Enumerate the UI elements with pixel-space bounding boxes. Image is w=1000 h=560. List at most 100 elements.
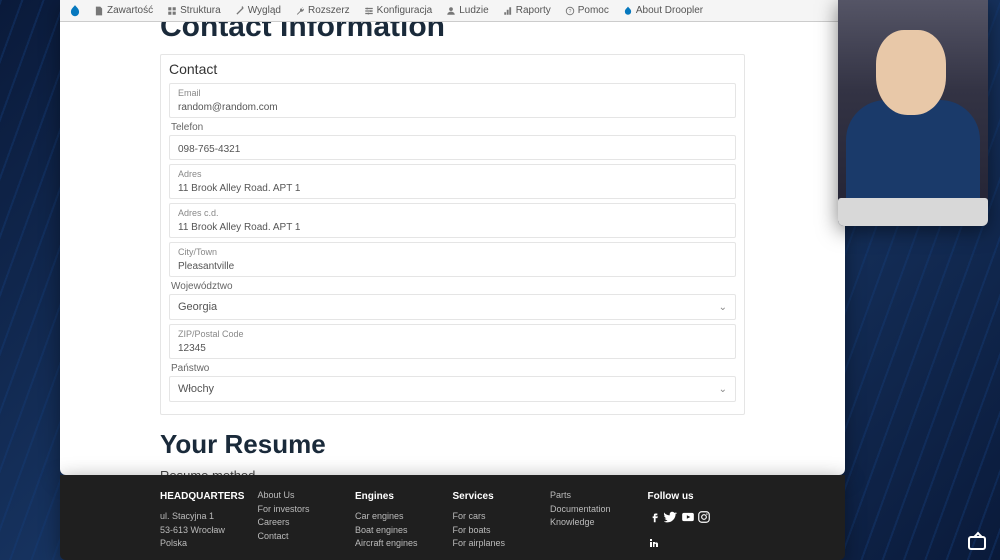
phone-group-label: Telefon bbox=[171, 122, 736, 133]
phone-input[interactable] bbox=[178, 144, 727, 155]
footer-col-hq: HEADQUARTERS ul. Stacyjna 1 53-613 Wrocł… bbox=[160, 489, 258, 560]
laptop-edge bbox=[838, 198, 988, 226]
toolbar-label: Raporty bbox=[516, 5, 551, 16]
toolbar-label: Konfiguracja bbox=[377, 5, 433, 16]
help-icon: ? bbox=[565, 6, 575, 16]
toolbar-content[interactable]: Zawartość bbox=[88, 5, 159, 16]
toolbar-label: Zawartość bbox=[107, 5, 153, 16]
webcam-overlay bbox=[838, 0, 988, 226]
section-heading-contact-info: Contact Information bbox=[160, 22, 745, 44]
footer-text: ul. Stacyjna 1 bbox=[160, 510, 258, 524]
toolbar-about-droopler[interactable]: About Droopler bbox=[617, 5, 709, 16]
toolbar-label: Rozszerz bbox=[308, 5, 350, 16]
contact-panel: Contact Email Telefon Adres Adres c.d. bbox=[160, 54, 745, 415]
toolbar-help[interactable]: ? Pomoc bbox=[559, 5, 615, 16]
city-input[interactable] bbox=[178, 261, 727, 272]
email-field-wrap: Email bbox=[169, 83, 736, 118]
footer-col-follow: Follow us bbox=[648, 489, 746, 560]
footer-link[interactable]: Parts bbox=[550, 489, 648, 503]
form-page: Contact Information Contact Email Telefo… bbox=[60, 22, 845, 475]
toolbar-label: Struktura bbox=[180, 5, 221, 16]
resume-method-label: Resume method bbox=[160, 468, 745, 475]
footer-heading: Engines bbox=[355, 489, 453, 504]
footer-link[interactable]: For investors bbox=[258, 503, 356, 517]
address-field-wrap: Adres bbox=[169, 164, 736, 199]
svg-text:?: ? bbox=[568, 8, 571, 14]
wrench-icon bbox=[295, 6, 305, 16]
country-value: Włochy bbox=[178, 383, 214, 395]
footer-link[interactable]: Car engines bbox=[355, 510, 453, 524]
phone-field-wrap bbox=[169, 135, 736, 160]
instagram-icon[interactable] bbox=[697, 516, 711, 526]
admin-toolbar: Zawartość Struktura Wygląd Rozszerz Konf… bbox=[60, 0, 845, 22]
presenter-head bbox=[876, 30, 946, 115]
youtube-icon[interactable] bbox=[681, 516, 698, 526]
email-label: Email bbox=[178, 88, 727, 98]
site-footer: HEADQUARTERS ul. Stacyjna 1 53-613 Wrocł… bbox=[60, 475, 845, 560]
toolbar-structure[interactable]: Struktura bbox=[161, 5, 227, 16]
linkedin-icon[interactable] bbox=[648, 537, 746, 554]
footer-col-engines: Engines Car engines Boat engines Aircraf… bbox=[355, 489, 453, 560]
footer-heading: HEADQUARTERS bbox=[160, 489, 258, 504]
city-label: City/Town bbox=[178, 247, 727, 257]
chevron-down-icon: ⌄ bbox=[719, 384, 727, 395]
footer-link[interactable]: About Us bbox=[258, 489, 356, 503]
droopler-icon bbox=[623, 6, 633, 16]
toolbar-reports[interactable]: Raporty bbox=[497, 5, 557, 16]
toolbar-label: Pomoc bbox=[578, 5, 609, 16]
state-select[interactable]: Georgia ⌄ bbox=[169, 294, 736, 320]
toolbar-label: Wygląd bbox=[248, 5, 281, 16]
toolbar-extend[interactable]: Rozszerz bbox=[289, 5, 356, 16]
footer-heading: Follow us bbox=[648, 489, 746, 504]
wand-icon bbox=[235, 6, 245, 16]
footer-col-parts: Parts Documentation Knowledge bbox=[550, 489, 648, 560]
footer-link[interactable]: Knowledge bbox=[550, 516, 648, 530]
resume-heading: Your Resume bbox=[160, 429, 745, 460]
footer-link[interactable]: Aircraft engines bbox=[355, 537, 453, 551]
address-input[interactable] bbox=[178, 183, 727, 194]
footer-text: Polska bbox=[160, 537, 258, 551]
tv-icon[interactable] bbox=[968, 536, 986, 550]
toolbar-appearance[interactable]: Wygląd bbox=[229, 5, 287, 16]
app-window: Zawartość Struktura Wygląd Rozszerz Konf… bbox=[60, 0, 845, 475]
footer-link[interactable]: For airplanes bbox=[453, 537, 551, 551]
structure-icon bbox=[167, 6, 177, 16]
email-input[interactable] bbox=[178, 102, 727, 113]
zip-label: ZIP/Postal Code bbox=[178, 329, 727, 339]
address2-field-wrap: Adres c.d. bbox=[169, 203, 736, 238]
zip-field-wrap: ZIP/Postal Code bbox=[169, 324, 736, 359]
drupal-logo-icon[interactable] bbox=[68, 4, 82, 18]
chevron-down-icon: ⌄ bbox=[719, 302, 727, 313]
country-select[interactable]: Włochy ⌄ bbox=[169, 376, 736, 402]
address2-input[interactable] bbox=[178, 222, 727, 233]
facebook-icon[interactable] bbox=[648, 516, 665, 526]
address-label: Adres bbox=[178, 169, 727, 179]
footer-heading: Services bbox=[453, 489, 551, 504]
people-icon bbox=[446, 6, 456, 16]
toolbar-label: About Droopler bbox=[636, 5, 703, 16]
toolbar-config[interactable]: Konfiguracja bbox=[358, 5, 439, 16]
sliders-icon bbox=[364, 6, 374, 16]
toolbar-label: Ludzie bbox=[459, 5, 488, 16]
footer-col-services: Services For cars For boats For airplane… bbox=[453, 489, 551, 560]
footer-link[interactable]: For boats bbox=[453, 524, 551, 538]
footer-link[interactable]: Documentation bbox=[550, 503, 648, 517]
content-scroll-area[interactable]: Contact Information Contact Email Telefo… bbox=[60, 22, 845, 475]
footer-col-about: About Us For investors Careers Contact bbox=[258, 489, 356, 560]
footer-link[interactable]: Boat engines bbox=[355, 524, 453, 538]
toolbar-people[interactable]: Ludzie bbox=[440, 5, 494, 16]
zip-input[interactable] bbox=[178, 343, 727, 354]
state-group-label: Województwo bbox=[171, 281, 736, 292]
chart-icon bbox=[503, 6, 513, 16]
footer-link[interactable]: For cars bbox=[453, 510, 551, 524]
footer-link[interactable]: Careers bbox=[258, 516, 356, 530]
city-field-wrap: City/Town bbox=[169, 242, 736, 277]
contact-panel-title: Contact bbox=[169, 61, 736, 77]
footer-link[interactable]: Contact bbox=[258, 530, 356, 544]
country-group-label: Państwo bbox=[171, 363, 736, 374]
state-value: Georgia bbox=[178, 301, 217, 313]
file-icon bbox=[94, 6, 104, 16]
footer-text: 53-613 Wrocław bbox=[160, 524, 258, 538]
address2-label: Adres c.d. bbox=[178, 208, 727, 218]
twitter-icon[interactable] bbox=[664, 516, 681, 526]
